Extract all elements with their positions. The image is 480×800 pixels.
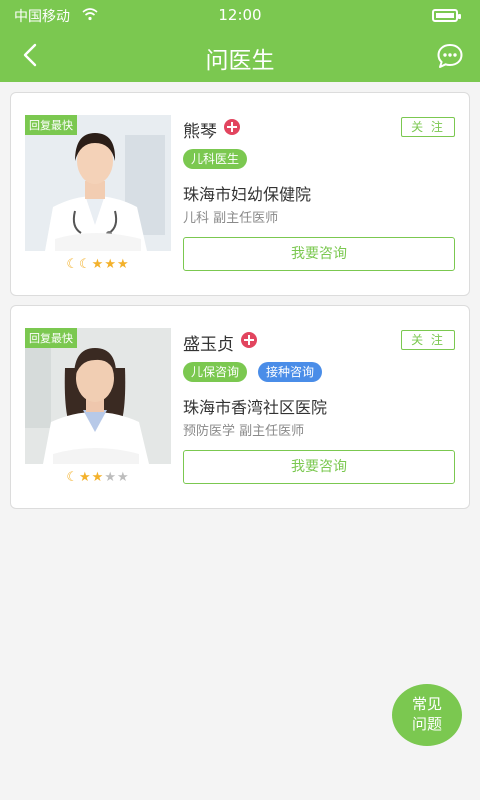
follow-button[interactable]: 关 注 xyxy=(401,117,455,137)
consult-button[interactable]: 我要咨询 xyxy=(183,237,455,271)
star-empty-icon: ★ xyxy=(104,470,117,485)
hospital-name: 珠海市妇幼保健院 xyxy=(183,185,312,204)
nav-bar: 问医生 xyxy=(0,30,480,82)
verified-cross-icon xyxy=(224,119,240,135)
doctor-name: 盛玉贞 xyxy=(183,335,234,355)
verified-cross-icon xyxy=(241,332,257,348)
rating: ☾☾★★★ xyxy=(25,257,171,272)
battery-icon xyxy=(432,9,461,22)
specialty-tag: 儿保咨询 xyxy=(183,362,248,382)
star-icon: ★ xyxy=(116,257,130,272)
moon-icon: ☾ xyxy=(66,257,80,272)
moon-icon: ☾ xyxy=(79,257,92,272)
doctor-photo: 回复最快 xyxy=(25,115,171,251)
star-icon: ★ xyxy=(91,470,105,485)
doctor-card[interactable]: 回复最快 ☾☾★★★ 熊琴 关 注 儿科医生 珠海市妇幼保健院 儿科 副主任医师… xyxy=(10,92,470,296)
fastest-reply-badge: 回复最快 xyxy=(25,328,77,348)
specialty-tag: 儿科医生 xyxy=(183,149,248,169)
fastest-reply-badge: 回复最快 xyxy=(25,115,77,135)
rating: ☾★★★★ xyxy=(25,470,171,485)
specialty-tag: 接种咨询 xyxy=(258,362,323,382)
department-title: 儿科 副主任医师 xyxy=(183,211,279,226)
status-bar: 中国移动 12:00 xyxy=(0,0,480,30)
doctor-photo: 回复最快 xyxy=(25,328,171,464)
star-icon: ★ xyxy=(79,470,92,485)
star-icon: ★ xyxy=(104,257,117,272)
chat-bubble-icon[interactable] xyxy=(436,42,464,70)
department-title: 预防医学 副主任医师 xyxy=(183,424,305,439)
consult-button[interactable]: 我要咨询 xyxy=(183,450,455,484)
follow-button[interactable]: 关 注 xyxy=(401,330,455,350)
doctor-card[interactable]: 回复最快 ☾★★★★ 盛玉贞 关 注 儿保咨询 接种咨询 珠海市香湾社区医院 预… xyxy=(10,305,470,509)
hospital-name: 珠海市香湾社区医院 xyxy=(183,398,328,417)
faq-label-line1: 常见 xyxy=(411,695,442,713)
faq-label-line2: 问题 xyxy=(411,715,442,733)
moon-icon: ☾ xyxy=(66,470,80,485)
faq-button[interactable]: 常见 问题 xyxy=(392,684,462,746)
page-title: 问医生 xyxy=(205,48,275,74)
star-icon: ★ xyxy=(91,257,105,272)
star-empty-icon: ★ xyxy=(116,470,130,485)
doctor-name: 熊琴 xyxy=(183,122,217,142)
clock: 12:00 xyxy=(218,6,262,24)
